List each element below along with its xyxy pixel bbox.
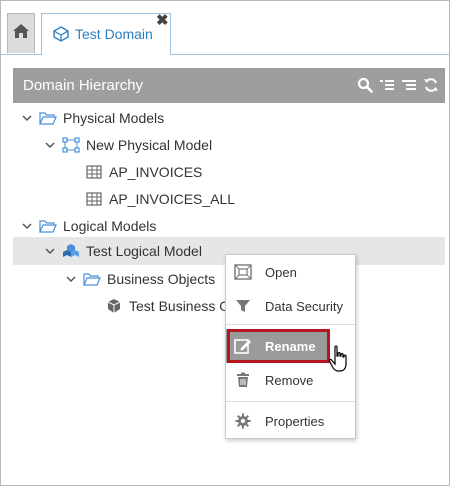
tree-node-label: Logical Models <box>63 218 157 234</box>
menu-item-rename[interactable]: Rename <box>226 329 330 363</box>
hand-cursor-icon <box>328 345 350 373</box>
folder-open-icon <box>83 271 101 287</box>
chevron-down-icon[interactable] <box>21 112 33 124</box>
window-frame: Test Domain ✖ Domain Hierarchy Physical … <box>0 0 450 486</box>
collapse-all-icon[interactable] <box>401 77 417 93</box>
search-icon[interactable] <box>357 77 373 93</box>
chevron-down-icon[interactable] <box>44 245 56 257</box>
panel-header: Domain Hierarchy <box>13 68 445 103</box>
tab-test-domain[interactable]: Test Domain ✖ <box>41 11 171 55</box>
menu-item-label: Data Security <box>265 298 344 314</box>
tree-node-ap-invoices[interactable]: AP_INVOICES <box>85 159 202 185</box>
tree-node-label: New Physical Model <box>86 137 213 153</box>
refresh-icon[interactable] <box>423 77 439 93</box>
folder-open-icon <box>39 218 57 234</box>
tab-home[interactable] <box>7 13 35 53</box>
menu-separator <box>226 401 355 402</box>
tab-underline <box>1 54 42 55</box>
tree-node-ap-invoices-all[interactable]: AP_INVOICES_ALL <box>85 186 235 212</box>
panel-title: Domain Hierarchy <box>23 77 144 94</box>
menu-separator <box>226 324 355 325</box>
expand-all-icon[interactable] <box>379 77 395 93</box>
folder-open-icon <box>39 110 57 126</box>
physical-model-icon <box>62 137 80 153</box>
tree-node-label: Test Logical Model <box>86 243 202 259</box>
tree-node-label: AP_INVOICES_ALL <box>109 191 236 207</box>
panel-toolbar <box>357 77 439 93</box>
tree-node-test-logical-model[interactable]: Test Logical Model <box>44 238 202 264</box>
menu-item-label: Properties <box>265 413 325 429</box>
tree-node-test-business-object[interactable]: Test Business O <box>105 293 230 319</box>
menu-item-properties[interactable]: Properties <box>226 404 355 438</box>
tree-node-label: AP_INVOICES <box>109 164 203 180</box>
table-icon <box>85 164 103 180</box>
tree-node-label: Physical Models <box>63 110 165 126</box>
chevron-down-icon[interactable] <box>44 139 56 151</box>
gear-icon <box>234 412 252 430</box>
logical-model-icon <box>62 243 80 259</box>
tab-underline <box>170 54 449 55</box>
menu-item-label: Remove <box>265 372 314 388</box>
tree-node-label: Test Business O <box>129 298 231 314</box>
domain-icon <box>52 26 70 42</box>
tree-node-physical-models[interactable]: Physical Models <box>21 105 164 131</box>
tree-node-new-physical-model[interactable]: New Physical Model <box>44 132 212 158</box>
edit-icon <box>234 337 252 355</box>
tab-bar: Test Domain ✖ <box>1 1 449 55</box>
menu-item-data-security[interactable]: Data Security <box>226 289 355 323</box>
home-icon <box>12 23 30 44</box>
tab-label: Test Domain <box>75 26 153 42</box>
filter-icon <box>234 297 252 315</box>
open-icon <box>234 263 252 281</box>
chevron-down-icon[interactable] <box>65 273 77 285</box>
tree-node-business-objects[interactable]: Business Objects <box>65 266 215 292</box>
menu-item-label: Open <box>265 264 297 280</box>
cube-icon <box>105 298 123 314</box>
chevron-down-icon[interactable] <box>21 220 33 232</box>
trash-icon <box>234 371 252 389</box>
menu-item-label: Rename <box>265 338 316 354</box>
table-icon <box>85 191 103 207</box>
menu-item-open[interactable]: Open <box>226 255 355 289</box>
tree-node-label: Business Objects <box>107 271 216 287</box>
close-icon[interactable]: ✖ <box>156 11 169 29</box>
tree-node-logical-models[interactable]: Logical Models <box>21 213 156 239</box>
